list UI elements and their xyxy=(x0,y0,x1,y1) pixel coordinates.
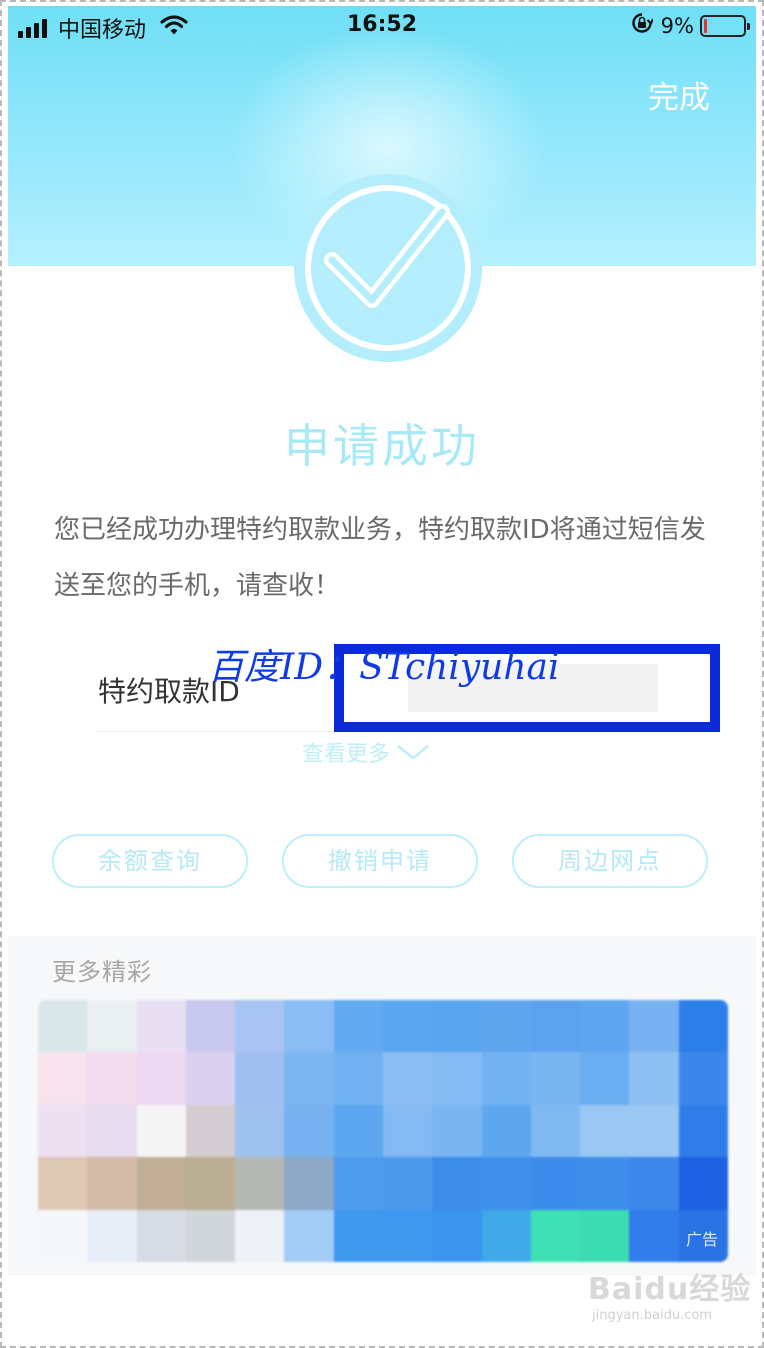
battery-icon xyxy=(700,15,750,37)
page-title: 申请成功 xyxy=(284,419,480,473)
battery-level xyxy=(704,19,707,33)
baidu-url: jingyan.baidu.com xyxy=(592,1308,712,1323)
promo-banner-pixelated[interactable] xyxy=(38,1000,728,1262)
status-bar: 中国移动 16:52 9% xyxy=(8,6,756,50)
battery-percent: 9% xyxy=(660,14,694,38)
view-more-link[interactable]: 查看更多 xyxy=(302,736,430,768)
status-bar-right: 9% xyxy=(631,12,750,40)
promo-section: 更多精彩 广告 xyxy=(8,936,756,1276)
watermark-text: 百度ID：STchiyuhai xyxy=(208,647,560,688)
action-buttons: 余额查询 撤销申请 周边网点 xyxy=(52,834,712,888)
rotation-lock-icon xyxy=(631,12,654,40)
check-circle-icon xyxy=(294,174,482,362)
view-more-label: 查看更多 xyxy=(302,742,391,767)
cancel-application-button[interactable]: 撤销申请 xyxy=(282,834,478,888)
promo-title: 更多精彩 xyxy=(52,958,152,986)
done-button[interactable]: 完成 xyxy=(648,72,710,117)
chevron-down-icon xyxy=(397,745,429,760)
nearby-branches-button[interactable]: 周边网点 xyxy=(512,834,708,888)
baidu-logo: Baidu经验 xyxy=(588,1272,752,1307)
balance-query-button[interactable]: 余额查询 xyxy=(52,834,248,888)
ad-tag: 广告 xyxy=(685,1230,718,1249)
app-screen: 中国移动 16:52 9% 完成 申请成功 您已经成功办理特约取款业务，特约取款… xyxy=(8,6,756,1340)
result-description: 您已经成功办理特约取款业务，特约取款ID将通过短信发送至您的手机，请查收！ xyxy=(54,515,706,601)
